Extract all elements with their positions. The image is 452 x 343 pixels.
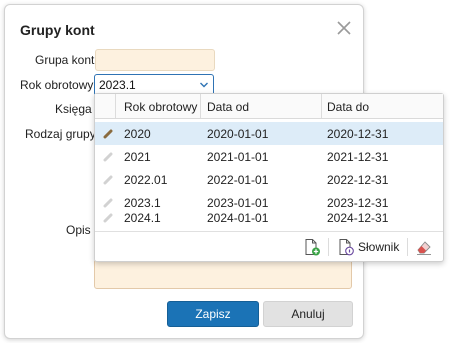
- grupa-kont-label: Grupa kont: [35, 53, 95, 67]
- rok-obrotowy-dropdown: Rok obrotowy Data od Data do 2020 2020-0…: [94, 93, 444, 262]
- cell-rok: 2020: [124, 127, 151, 141]
- dictionary-icon: [339, 239, 354, 256]
- cancel-button[interactable]: Anuluj: [263, 301, 353, 327]
- add-document-icon: [305, 239, 320, 256]
- column-divider: [200, 94, 201, 118]
- ksiega-label: Księga: [55, 102, 92, 116]
- dropdown-footer: Słownik: [95, 231, 443, 262]
- footer-separator: [328, 238, 329, 256]
- pin-icon[interactable]: [103, 151, 114, 162]
- rok-obrotowy-value: 2023.1: [99, 78, 136, 92]
- cell-data-od: 2022-01-01: [207, 173, 269, 187]
- footer-separator: [407, 238, 408, 256]
- pin-icon[interactable]: [103, 128, 114, 139]
- grid-header: Rok obrotowy Data od Data do: [95, 94, 443, 119]
- cell-rok: 2021: [124, 150, 151, 164]
- chevron-down-icon[interactable]: [199, 80, 209, 90]
- opis-textarea[interactable]: [94, 259, 352, 289]
- clear-button[interactable]: [415, 236, 433, 258]
- column-header-data-od[interactable]: Data od: [207, 100, 249, 114]
- rok-obrotowy-label: Rok obrotowy: [20, 78, 94, 92]
- cell-data-od: 2020-01-01: [207, 127, 269, 141]
- column-header-data-do[interactable]: Data do: [327, 100, 369, 114]
- grupa-kont-input[interactable]: [95, 49, 215, 71]
- cell-data-od: 2024-01-01: [207, 211, 269, 225]
- slownik-label: Słownik: [358, 240, 400, 254]
- slownik-button[interactable]: Słownik: [337, 236, 399, 258]
- cell-data-do: 2021-12-31: [327, 150, 389, 164]
- cell-rok: 2022.01: [124, 173, 168, 187]
- cell-data-do: 2020-12-31: [327, 127, 389, 141]
- pin-icon[interactable]: [103, 174, 114, 185]
- pin-icon[interactable]: [103, 212, 114, 223]
- column-divider: [115, 94, 116, 118]
- rodzaj-grupy-label: Rodzaj grupy: [25, 127, 96, 141]
- table-row[interactable]: 2021 2021-01-01 2021-12-31: [95, 145, 443, 168]
- eraser-icon: [417, 241, 431, 255]
- table-row[interactable]: 2022.01 2022-01-01 2022-12-31: [95, 168, 443, 191]
- table-row[interactable]: 2024.1 2024-01-01 2024-12-31: [95, 207, 443, 229]
- table-row[interactable]: 2020 2020-01-01 2020-12-31: [95, 122, 443, 145]
- save-button[interactable]: Zapisz: [167, 301, 259, 327]
- cell-data-do: 2024-12-31: [327, 211, 389, 225]
- cell-data-do: 2022-12-31: [327, 173, 389, 187]
- opis-label: Opis: [66, 223, 91, 237]
- column-divider: [321, 94, 322, 118]
- close-icon[interactable]: [335, 19, 353, 37]
- column-header-rok[interactable]: Rok obrotowy: [124, 100, 197, 114]
- cell-data-od: 2021-01-01: [207, 150, 269, 164]
- dialog-title: Grupy kont: [20, 22, 95, 38]
- cell-rok: 2024.1: [124, 211, 161, 225]
- add-button[interactable]: [303, 236, 321, 258]
